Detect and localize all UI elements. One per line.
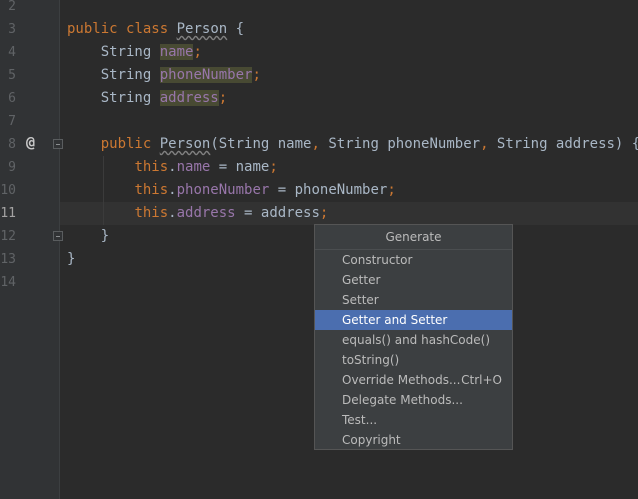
brace: } — [100, 228, 110, 244]
menu-item-constructor[interactable]: Constructor — [315, 250, 512, 270]
line-number: 8 — [8, 137, 16, 152]
semicolon: ; — [218, 90, 228, 106]
line-number: 5 — [8, 68, 16, 83]
params: String phoneNumber — [319, 136, 481, 152]
line-number: 10 — [0, 183, 16, 198]
menu-item-override-methods[interactable]: Override Methods... Ctrl+O — [315, 370, 512, 390]
line-number: 4 — [8, 45, 16, 60]
menu-item-tostring[interactable]: toString() — [315, 350, 512, 370]
code-line-6: String address; — [67, 87, 227, 110]
code-line-11: this.address = address; — [67, 202, 328, 225]
keyword-this: this — [134, 159, 169, 175]
brace: { — [227, 21, 245, 37]
line-number: 6 — [8, 91, 16, 106]
field-ref: name — [176, 159, 211, 175]
type-name: String — [100, 67, 152, 83]
code-line-10: this.phoneNumber = phoneNumber; — [67, 179, 396, 202]
type-name: String — [100, 90, 152, 106]
dot: . — [168, 205, 177, 221]
params: String address) { — [488, 136, 638, 152]
semicolon: ; — [387, 182, 396, 198]
brace: } — [67, 251, 76, 267]
semicolon: ; — [269, 159, 278, 175]
code-line-13: } — [67, 248, 75, 271]
editor-gutter: 2 3 4 5 6 7 8 9 10 11 12 13 14 @ — [0, 0, 63, 499]
menu-item-label: Setter — [342, 293, 379, 307]
menu-item-label: Copyright — [342, 433, 401, 447]
line-number-current: 11 — [0, 206, 16, 221]
line-number: 14 — [0, 275, 16, 290]
menu-item-getter[interactable]: Getter — [315, 270, 512, 290]
menu-item-label: equals() and hashCode() — [342, 333, 491, 347]
type-name: String — [100, 44, 152, 60]
menu-item-label: Constructor — [342, 253, 413, 267]
menu-item-shortcut: Ctrl+O — [461, 373, 502, 387]
menu-item-label: Getter — [342, 273, 381, 287]
code-line-12: } — [67, 225, 109, 248]
menu-item-label: Delegate Methods... — [342, 393, 463, 407]
keyword-class: class — [126, 21, 169, 37]
params: (String name — [210, 136, 312, 152]
menu-item-copyright[interactable]: Copyright — [315, 430, 512, 450]
line-number: 3 — [8, 22, 16, 37]
override-marker-icon[interactable]: @ — [26, 133, 35, 151]
menu-item-setter[interactable]: Setter — [315, 290, 512, 310]
code-line-9: this.name = name; — [67, 156, 278, 179]
field-name: phoneNumber — [159, 67, 253, 83]
code-line-3: public class Person { — [67, 18, 244, 41]
menu-item-getter-and-setter[interactable]: Getter and Setter — [315, 310, 512, 330]
code-line-8: public Person(String name, String phoneN… — [67, 133, 638, 156]
keyword-this: this — [134, 182, 169, 198]
keyword-public: public — [67, 21, 118, 37]
keyword-this: this — [134, 205, 169, 221]
semicolon: ; — [252, 67, 261, 83]
code-line-4: String name; — [67, 41, 202, 64]
popup-title: Generate — [315, 225, 512, 250]
semicolon: ; — [319, 205, 329, 221]
dot: . — [168, 159, 177, 175]
menu-item-label: Test... — [342, 413, 378, 427]
menu-item-delegate-methods[interactable]: Delegate Methods... — [315, 390, 512, 410]
assignment: = phoneNumber — [269, 182, 388, 198]
dot: . — [168, 182, 177, 198]
line-number: 13 — [0, 252, 16, 267]
code-line-5: String phoneNumber; — [67, 64, 261, 87]
field-name: name — [159, 44, 194, 60]
menu-item-label: toString() — [342, 353, 400, 367]
keyword-public: public — [100, 136, 152, 152]
menu-item-test[interactable]: Test... — [315, 410, 512, 430]
assignment: = address — [235, 205, 320, 221]
semicolon: ; — [193, 44, 202, 60]
comma: , — [311, 136, 320, 152]
line-number: 9 — [8, 160, 16, 175]
assignment: = name — [210, 159, 270, 175]
line-number: 12 — [0, 229, 16, 244]
fold-minus-icon[interactable] — [53, 139, 63, 149]
menu-item-label: Getter and Setter — [342, 313, 448, 327]
generate-popup: Generate Constructor Getter Setter Gette… — [314, 224, 513, 450]
class-name: Person — [176, 21, 228, 37]
menu-item-label: Override Methods... — [342, 373, 461, 387]
fold-minus-icon[interactable] — [53, 231, 63, 241]
field-ref: phoneNumber — [176, 182, 270, 198]
menu-item-equals-hashcode[interactable]: equals() and hashCode() — [315, 330, 512, 350]
field-ref: address — [176, 205, 236, 221]
constructor-name: Person — [159, 136, 211, 152]
line-number: 2 — [8, 0, 16, 14]
field-name: address — [159, 90, 219, 106]
line-number: 7 — [8, 114, 16, 129]
comma: , — [480, 136, 489, 152]
